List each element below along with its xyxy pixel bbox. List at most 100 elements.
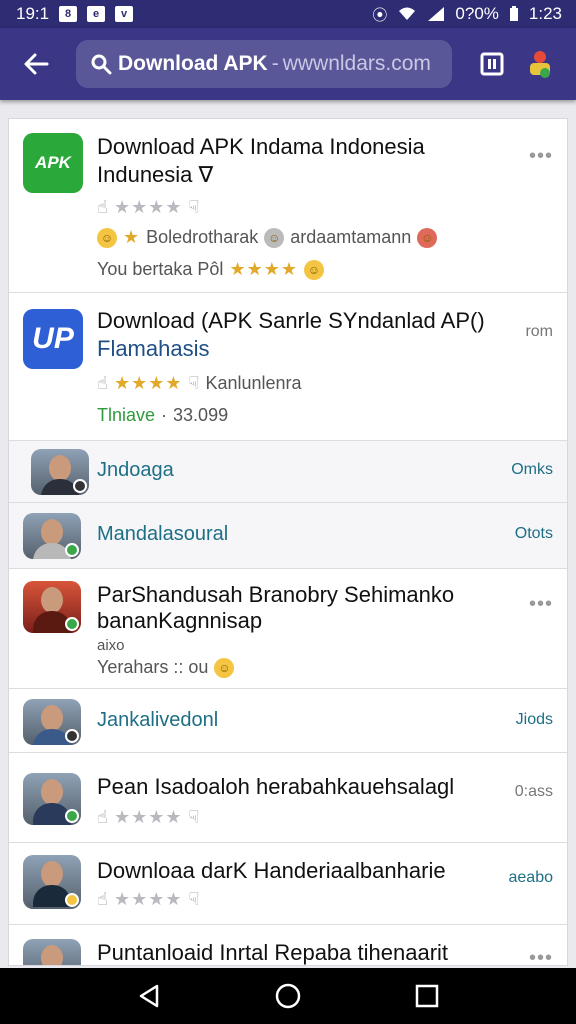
app-icon-label: APK bbox=[35, 153, 71, 172]
user-thumbnail bbox=[23, 513, 81, 559]
list-item[interactable]: Jndoaga Omks bbox=[9, 441, 567, 503]
thumbs-down-icon: ☟ bbox=[188, 889, 200, 909]
meta-text-2: ardaamtamann bbox=[290, 227, 412, 247]
vibrate-icon: ⦿ bbox=[372, 6, 388, 24]
row-side-text: Omks bbox=[511, 461, 553, 478]
status-time-left: 19:1 bbox=[16, 4, 50, 23]
emoji-icon: ☺ bbox=[303, 259, 324, 280]
thumbs-up-icon: ☝ bbox=[97, 197, 108, 217]
app-title: Downloaa darK Handeriaalbanharie bbox=[97, 858, 446, 883]
app-icon-label: UP bbox=[32, 322, 74, 355]
notification-icon-1: 8 bbox=[59, 6, 78, 22]
thumbs-down-icon: ☟ bbox=[188, 373, 200, 393]
app-title: Download (APK Sanrle SYndanlad AP() bbox=[97, 308, 485, 333]
price-line: Tlniave · 33.099 bbox=[97, 405, 228, 426]
app-subtitle: bananKagnnisap bbox=[97, 608, 263, 633]
row-side-text: 0:ass bbox=[514, 783, 553, 800]
row-side-text: rom bbox=[525, 323, 553, 340]
battery-percent: 0?0% bbox=[455, 4, 499, 23]
thumbs-up-icon: ☝ bbox=[97, 807, 108, 827]
user-thumbnail bbox=[31, 449, 89, 495]
emoji-icon: ☺ bbox=[417, 227, 438, 248]
rating-line: ☝ ★★★★ ☟ bbox=[97, 807, 199, 828]
list-item[interactable]: Puntanloaid Inrtal Repaba tihenaarit ••• bbox=[9, 925, 567, 965]
app-title: Puntanloaid Inrtal Repaba tihenaarit bbox=[97, 940, 449, 965]
item-title: Jndoaga bbox=[97, 459, 174, 481]
search-domain: wwwnldars.com bbox=[282, 52, 431, 75]
price-separator: · bbox=[161, 405, 168, 425]
row-side-text: aeabo bbox=[508, 869, 554, 886]
meta-line-2: You bertaka Pôl ★★★★ ☺ bbox=[97, 259, 324, 280]
navigation-bar bbox=[0, 968, 576, 1024]
app-bar: Download APK - wwwnldars.com bbox=[0, 28, 576, 100]
row-side-text: Jiods bbox=[515, 711, 553, 728]
list-item[interactable]: Mandalasoural Otots bbox=[9, 503, 567, 569]
profile-avatar-icon bbox=[530, 51, 550, 78]
price-value: 33.099 bbox=[173, 405, 229, 425]
app-subtitle: Flamahasis bbox=[97, 336, 210, 361]
item-title: Mandalasoural bbox=[97, 523, 229, 545]
rating-stars: ★★★★ bbox=[113, 889, 183, 909]
list-item[interactable]: UP Download (APK Sanrle SYndanlad AP() F… bbox=[9, 293, 567, 441]
search-bar[interactable]: Download APK - wwwnldars.com bbox=[76, 40, 452, 88]
meta-text: Yerahars :: ou bbox=[97, 657, 209, 677]
rating-stars: ★★★★ bbox=[229, 259, 298, 279]
meta-line: Yerahars :: ou ☺ bbox=[97, 657, 235, 678]
item-meta: aixo bbox=[97, 637, 125, 654]
user-thumbnail bbox=[23, 773, 81, 825]
nav-home-button[interactable] bbox=[264, 972, 312, 1020]
rating-line: ☝ ★★★★ ☟ bbox=[97, 197, 199, 218]
nav-home-icon bbox=[275, 983, 301, 1009]
more-options-icon[interactable]: ••• bbox=[529, 593, 553, 616]
wifi-icon bbox=[399, 7, 416, 20]
profile-button[interactable] bbox=[520, 44, 560, 84]
app-title: Pean Isadoaloh herabahkauehsalagl bbox=[97, 774, 455, 799]
thumbs-up-icon: ☝ bbox=[97, 373, 108, 393]
notification-icon-2: e bbox=[87, 6, 106, 22]
nav-back-button[interactable] bbox=[125, 972, 173, 1020]
emoji-icon: ☺ bbox=[214, 657, 235, 678]
more-options-icon[interactable]: ••• bbox=[529, 947, 553, 965]
nav-back-icon bbox=[140, 984, 159, 1008]
status-bar: 19:1 8 e v ⦿ 0?0% 1:23 bbox=[0, 0, 576, 28]
signal-icon bbox=[428, 7, 445, 21]
user-thumbnail bbox=[23, 855, 81, 909]
meta-text: Boledrotharak bbox=[146, 227, 259, 247]
emoji-icon: ☺ bbox=[97, 227, 117, 248]
tabs-icon bbox=[480, 52, 504, 76]
rating-stars: ★★★★ bbox=[113, 197, 183, 217]
meta-text: Kanlunlenra bbox=[205, 373, 302, 393]
rating-line: ☝ ★★★★ ☟ Kanlunlenra bbox=[97, 373, 302, 394]
results-list: APK Download APK Indama Indonesia Indune… bbox=[8, 118, 568, 966]
row-side-text: Otots bbox=[514, 525, 553, 542]
meta-text-3: You bertaka Pôl bbox=[97, 259, 224, 279]
user-thumbnail bbox=[23, 581, 81, 633]
list-item[interactable]: Downloaa darK Handeriaalbanharie ☝ ★★★★ … bbox=[9, 843, 567, 925]
thumbs-down-icon: ☟ bbox=[188, 197, 200, 217]
list-item[interactable]: ParShandusah Branobry Sehimanko bananKag… bbox=[9, 569, 567, 689]
back-arrow-icon bbox=[24, 53, 49, 75]
meta-line: ☺ ★ Boledrotharak ☺ ardaamtamann ☺ bbox=[97, 227, 438, 248]
price-label: Tlniave bbox=[97, 405, 156, 425]
user-thumbnail bbox=[23, 699, 81, 745]
app-icon: APK bbox=[23, 133, 83, 193]
notification-icon-3: v bbox=[115, 6, 134, 22]
list-item[interactable]: Jankalivedonl Jiods bbox=[9, 689, 567, 753]
item-title: Jankalivedonl bbox=[97, 709, 219, 731]
list-item[interactable]: APK Download APK Indama Indonesia Indune… bbox=[9, 119, 567, 293]
app-icon: UP bbox=[23, 309, 83, 369]
rating-stars: ★★★★ bbox=[113, 807, 183, 827]
back-button[interactable] bbox=[18, 46, 54, 82]
tabs-button[interactable] bbox=[470, 42, 514, 86]
nav-recents-icon bbox=[415, 984, 438, 1008]
list-item[interactable]: Pean Isadoaloh herabahkauehsalagl ☝ ★★★★… bbox=[9, 753, 567, 843]
user-thumbnail bbox=[23, 939, 81, 965]
rating-line: ☝ ★★★★ ☟ bbox=[97, 889, 199, 910]
nav-recents-button[interactable] bbox=[403, 972, 451, 1020]
app-title: ParShandusah Branobry Sehimanko bbox=[97, 582, 455, 607]
status-time-right: 1:23 bbox=[528, 4, 562, 23]
thumbs-up-icon: ☝ bbox=[97, 889, 108, 909]
more-options-icon[interactable]: ••• bbox=[529, 145, 553, 168]
app-title: Download APK Indama Indonesia bbox=[97, 134, 425, 159]
search-separator: - bbox=[271, 52, 279, 75]
